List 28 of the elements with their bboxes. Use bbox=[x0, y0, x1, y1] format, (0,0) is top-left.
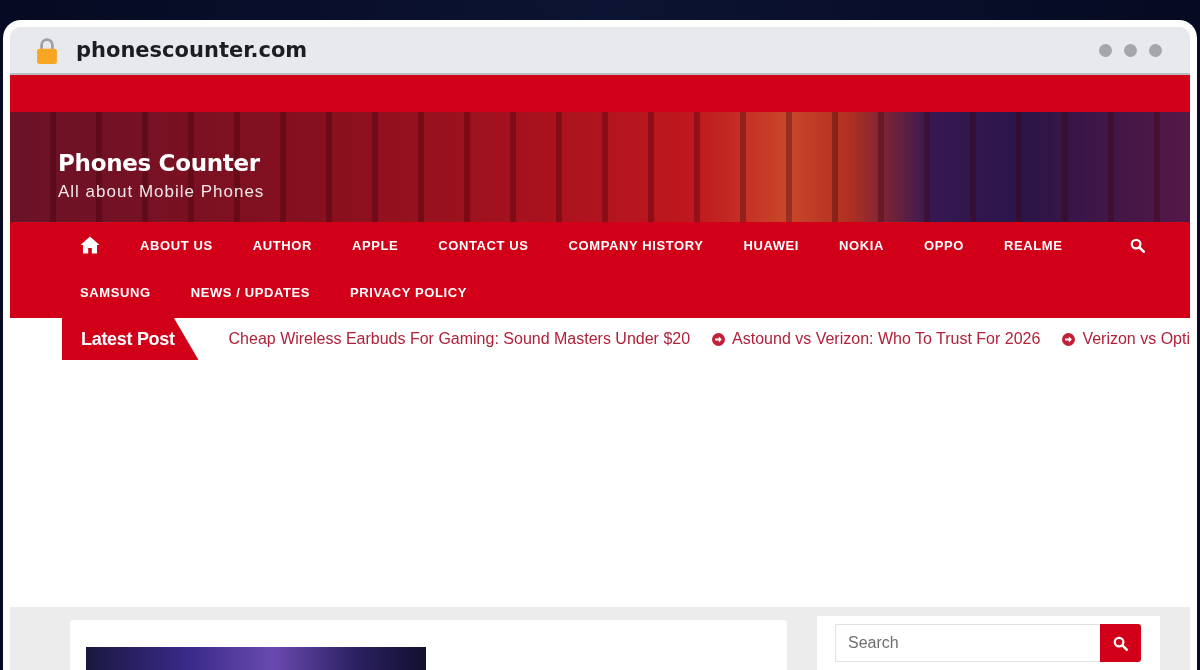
search-icon bbox=[1113, 635, 1128, 651]
ticker-post-link[interactable]: Cheap Wireless Earbuds For Gaming: Sound Masters Under $20 bbox=[228, 330, 691, 348]
window-dot-icon bbox=[1124, 43, 1137, 57]
nav-link[interactable]: AUTHOR bbox=[252, 222, 312, 269]
nav-link[interactable]: REALME bbox=[1003, 222, 1063, 269]
nav-link[interactable]: NOKIA bbox=[839, 222, 884, 269]
window-dot-icon bbox=[1149, 43, 1162, 57]
ticker-post-link[interactable]: Verizon vs Opti bbox=[1082, 330, 1190, 348]
home-icon[interactable] bbox=[80, 236, 100, 254]
window-dot-icon bbox=[1099, 43, 1112, 57]
nav-link[interactable]: ABOUT US bbox=[140, 222, 213, 269]
site-title[interactable]: Phones Counter bbox=[58, 150, 260, 176]
search-icon[interactable] bbox=[1130, 238, 1145, 253]
latest-post-label: Latest Post bbox=[62, 318, 199, 360]
nav-link[interactable]: COMPANY HISTORY bbox=[568, 222, 704, 269]
nav-link[interactable]: OPPO bbox=[923, 222, 964, 269]
ticker-post-link[interactable]: Astound vs Verizon: Who To Trust For 2026 bbox=[732, 330, 1041, 348]
nav-link[interactable]: SAMSUNG bbox=[80, 269, 151, 316]
search-field[interactable]: Search bbox=[835, 624, 1100, 662]
address-url[interactable]: phonescounter.com bbox=[76, 38, 308, 62]
nav-link[interactable]: CONTACT US bbox=[438, 222, 529, 269]
nav-link[interactable]: HUAWEI bbox=[743, 222, 800, 269]
search-button[interactable] bbox=[1100, 624, 1141, 662]
lock-icon bbox=[36, 36, 58, 64]
site-tagline: All about Mobile Phones bbox=[58, 182, 265, 202]
nav-link[interactable]: PRIVACY POLICY bbox=[350, 269, 468, 316]
nav-link[interactable]: APPLE bbox=[351, 222, 399, 269]
nav-link[interactable]: NEWS / UPDATES bbox=[190, 269, 311, 316]
